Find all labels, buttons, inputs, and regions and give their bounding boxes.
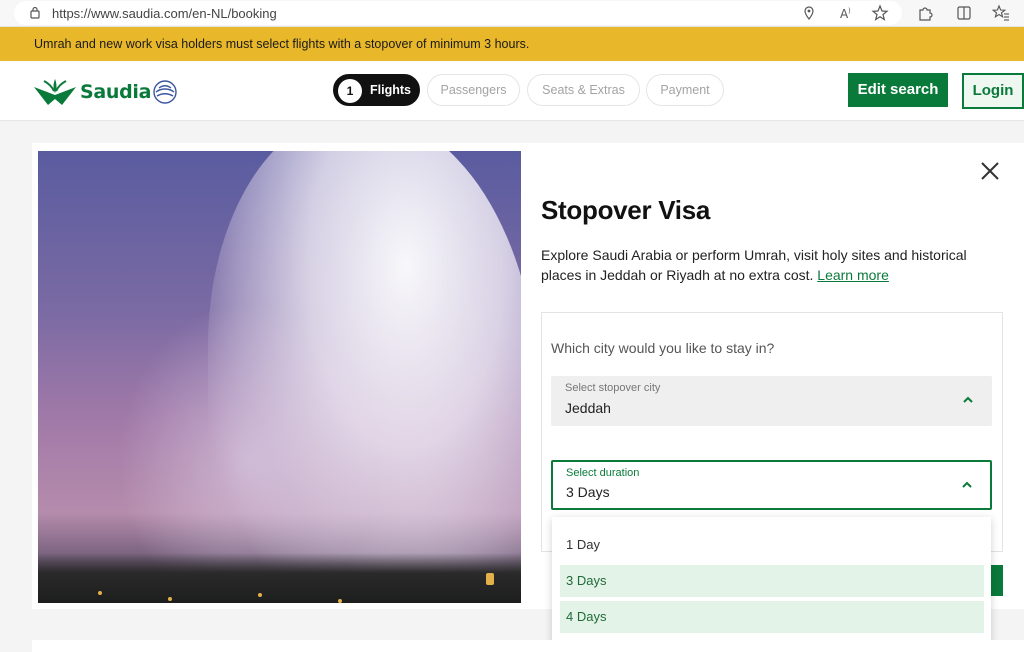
- step-passengers[interactable]: Passengers: [427, 74, 520, 106]
- modal-description: Explore Saudi Arabia or perform Umrah, v…: [541, 245, 991, 285]
- url-text: https://www.saudia.com/en-NL/booking: [52, 6, 277, 21]
- step-payment[interactable]: Payment: [646, 74, 724, 106]
- description-text: Explore Saudi Arabia or perform Umrah, v…: [541, 247, 967, 283]
- modal-title: Stopover Visa: [541, 195, 711, 225]
- chevron-up-icon: [962, 481, 972, 488]
- duration-dropdown: 1 Day 3 Days 4 Days: [552, 517, 991, 645]
- notice-banner: Umrah and new work visa holders must sel…: [0, 27, 1024, 61]
- jeddah-fountain-image: [38, 151, 521, 603]
- step-label: Flights: [370, 83, 411, 97]
- login-button[interactable]: Login: [962, 73, 1024, 109]
- stopover-city-select[interactable]: Select stopover city Jeddah: [551, 376, 992, 426]
- notice-banner-text: Umrah and new work visa holders must sel…: [34, 37, 530, 51]
- lock-icon: [30, 6, 40, 19]
- favorites-icon[interactable]: [992, 4, 1010, 22]
- step-number: 1: [338, 79, 362, 103]
- browser-toolbar: https://www.saudia.com/en-NL/booking A ): [0, 0, 1024, 27]
- step-flights[interactable]: 1 Flights: [333, 74, 420, 106]
- next-section-edge: [32, 640, 1024, 652]
- edit-search-button[interactable]: Edit search: [848, 73, 948, 107]
- favorite-star-icon[interactable]: [871, 4, 889, 22]
- duration-select[interactable]: Select duration 3 Days: [551, 460, 992, 510]
- city-select-label: Select stopover city: [565, 382, 661, 394]
- close-icon[interactable]: [979, 160, 1001, 182]
- extensions-icon[interactable]: [916, 4, 934, 22]
- chevron-up-icon: [963, 396, 973, 403]
- city-question: Which city would you like to stay in?: [551, 340, 775, 356]
- duration-option-3-days[interactable]: 3 Days: [560, 565, 984, 597]
- city-select-value: Jeddah: [565, 400, 611, 416]
- duration-select-value: 3 Days: [566, 484, 610, 500]
- site-header: Saudia 1 Flights Passengers Seats & Extr…: [0, 61, 1024, 121]
- read-aloud-icon[interactable]: A ): [838, 4, 856, 22]
- duration-option-1-day[interactable]: 1 Day: [560, 529, 984, 561]
- address-bar[interactable]: https://www.saudia.com/en-NL/booking: [14, 1, 902, 25]
- location-icon[interactable]: [800, 4, 818, 22]
- learn-more-link[interactable]: Learn more: [817, 267, 889, 283]
- duration-option-4-days[interactable]: 4 Days: [560, 601, 984, 633]
- skyteam-logo-icon: [153, 80, 177, 104]
- split-screen-icon[interactable]: [955, 4, 973, 22]
- svg-text:): ): [848, 7, 851, 15]
- logo-text[interactable]: Saudia: [80, 81, 151, 103]
- step-seats-extras[interactable]: Seats & Extras: [527, 74, 640, 106]
- duration-select-label: Select duration: [566, 467, 640, 479]
- saudia-logo-icon[interactable]: [32, 75, 78, 109]
